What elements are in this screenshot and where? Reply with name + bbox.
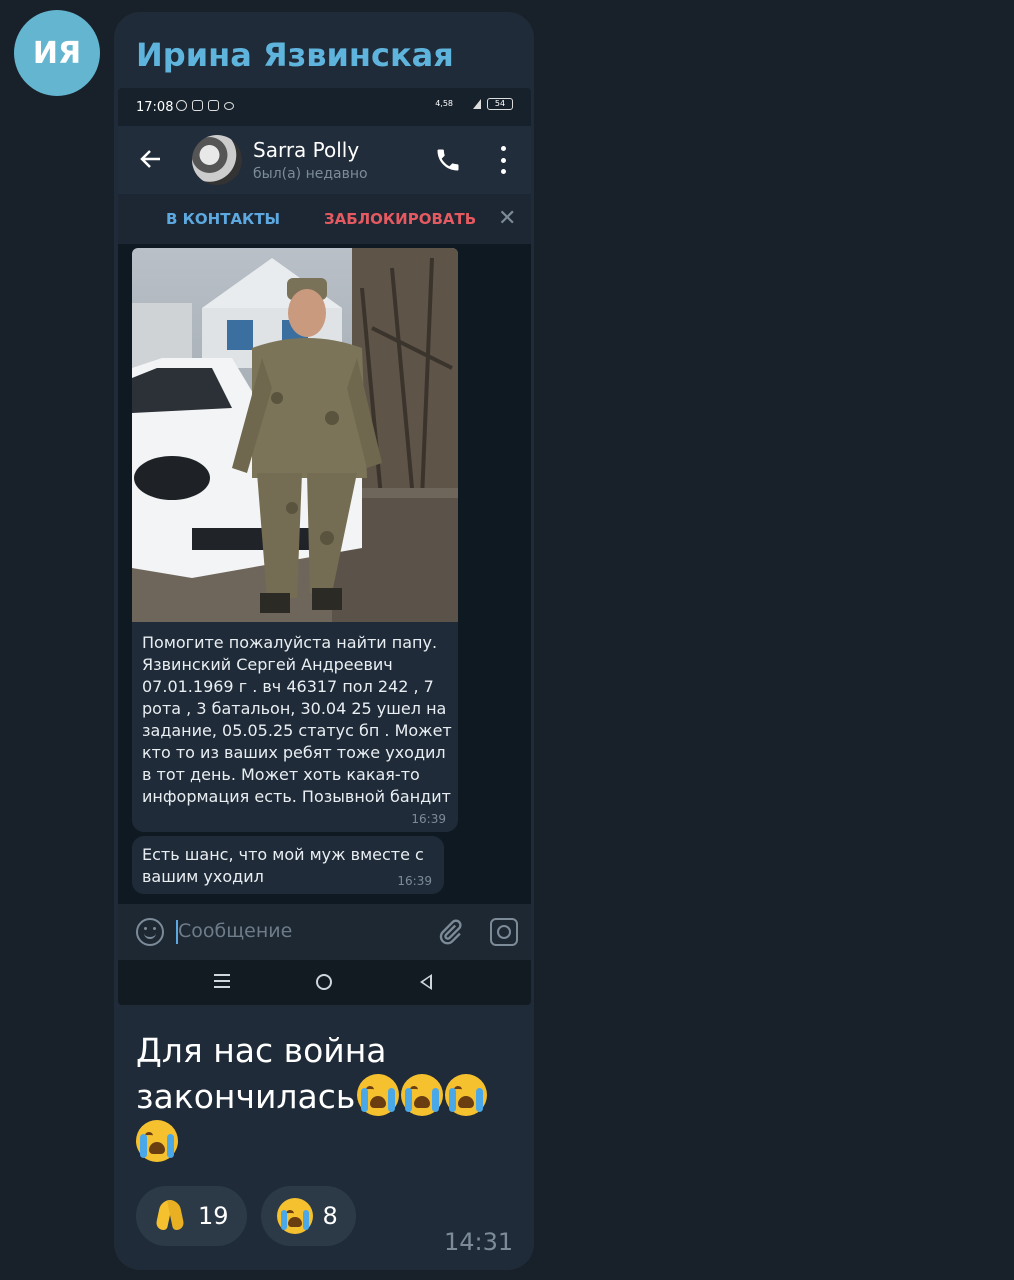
- crying-face-icon: [401, 1074, 444, 1116]
- contact-status: был(а) недавно: [253, 166, 368, 182]
- chat-area: Помогите пожалуйста найти папу. Язвински…: [118, 244, 531, 904]
- post-time: 14:31: [444, 1228, 514, 1256]
- message-bubble-2[interactable]: Есть шанс, что мой муж вместе с вашим ух…: [132, 836, 444, 894]
- message-text: Есть шанс, что мой муж вместе с вашим ух…: [142, 845, 424, 886]
- folded-hands-icon: [152, 1198, 188, 1234]
- contact-action-bar: В КОНТАКТЫ ЗАБЛОКИРОВАТЬ ✕: [118, 194, 531, 244]
- status-right: 4,58 54: [435, 98, 513, 110]
- contact-name[interactable]: Sarra Polly: [253, 138, 359, 162]
- notification-icons: [176, 100, 234, 111]
- reaction-pray[interactable]: 19: [136, 1186, 247, 1246]
- chat-header: Sarra Polly был(а) недавно: [118, 126, 531, 194]
- sender-name[interactable]: Ирина Язвинская: [136, 36, 454, 74]
- more-vertical-icon[interactable]: [498, 146, 508, 174]
- caption-text: Для нас война закончилась: [136, 1031, 387, 1116]
- channel-post-view: ИЯ Ирина Язвинская 17:08 4,58 54 Sarra P…: [0, 0, 1014, 1280]
- attached-screenshot[interactable]: 17:08 4,58 54 Sarra Polly был(а) недавно…: [118, 88, 531, 1005]
- add-contact-button[interactable]: В КОНТАКТЫ: [166, 210, 280, 228]
- crying-face-icon: [445, 1074, 488, 1116]
- net-speed: 4,58: [435, 99, 453, 108]
- reactions-row: 19 8: [136, 1186, 356, 1246]
- recent-apps-icon[interactable]: [214, 974, 230, 988]
- gallery-icon: [208, 100, 219, 111]
- post-caption: Для нас война закончилась: [136, 1028, 516, 1166]
- message-photo[interactable]: [132, 248, 458, 624]
- block-button[interactable]: ЗАБЛОКИРОВАТЬ: [324, 210, 476, 228]
- message-input[interactable]: Сообщение: [178, 920, 292, 942]
- camera-icon[interactable]: [490, 918, 518, 946]
- reaction-count: 8: [322, 1202, 338, 1230]
- crying-face-icon: [357, 1074, 400, 1116]
- message-time: 16:39: [397, 874, 432, 888]
- paperclip-icon[interactable]: [436, 918, 464, 946]
- message-time: 16:39: [411, 812, 446, 826]
- phone-call-icon[interactable]: [434, 146, 462, 174]
- soldier-photo-image: [132, 248, 458, 624]
- battery-icon: 54: [487, 98, 513, 110]
- message-text: Помогите пожалуйста найти папу. Язвински…: [142, 633, 452, 806]
- phone-status-bar: 17:08 4,58 54: [118, 88, 531, 126]
- reaction-crying[interactable]: 8: [260, 1186, 356, 1246]
- status-time: 17:08: [136, 100, 174, 115]
- message-bubble: Ирина Язвинская 17:08 4,58 54 Sarra Poll…: [114, 12, 534, 1270]
- signal-icon: [459, 99, 481, 109]
- back-arrow-icon[interactable]: [138, 146, 164, 172]
- contact-avatar[interactable]: [192, 135, 242, 185]
- crying-face-icon: [136, 1120, 178, 1162]
- close-icon[interactable]: ✕: [498, 206, 516, 231]
- nav-back-icon[interactable]: [420, 974, 432, 990]
- crying-face-icon: [276, 1198, 313, 1234]
- reaction-count: 19: [198, 1202, 229, 1230]
- android-nav-bar: [118, 960, 531, 1005]
- message-bubble-1[interactable]: Помогите пожалуйста найти папу. Язвински…: [132, 622, 458, 832]
- link-icon: [224, 102, 234, 110]
- home-icon[interactable]: [316, 974, 332, 990]
- emoji-icon[interactable]: [136, 918, 164, 946]
- sender-avatar[interactable]: ИЯ: [14, 10, 100, 96]
- whatsapp-icon: [176, 100, 187, 111]
- wb-icon: [192, 100, 203, 111]
- message-input-bar: Сообщение: [118, 904, 531, 960]
